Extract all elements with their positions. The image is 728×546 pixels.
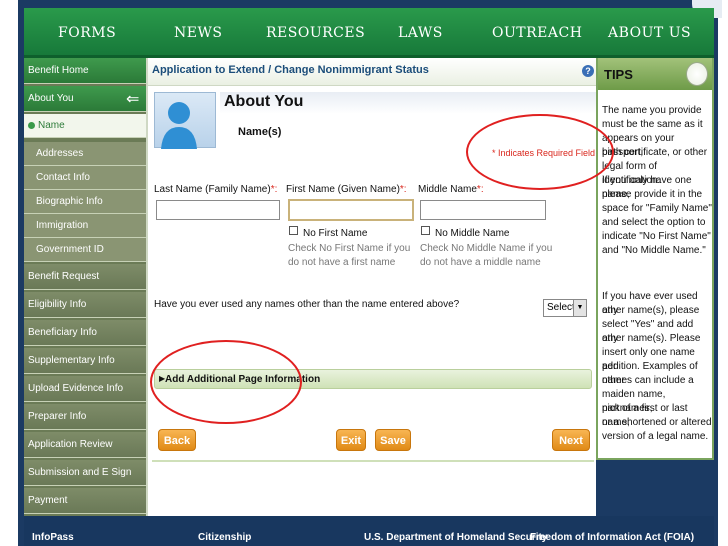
sidebar-item-submission-and-e-sign[interactable]: Submission and E Sign (24, 460, 146, 486)
sidebar-item-payment[interactable]: Payment (24, 488, 146, 514)
avatar (154, 92, 216, 149)
no-middle-name-hint-1: Check No Middle Name if you (420, 243, 553, 254)
no-first-name-hint-2: do not have a first name (288, 257, 396, 268)
sidebar-item-addresses[interactable]: Addresses (24, 142, 146, 166)
lightbulb-icon (686, 62, 708, 86)
last-name-field[interactable] (156, 200, 280, 220)
sidebar-item-contact-info[interactable]: Contact Info (24, 166, 146, 190)
back-button[interactable]: Back (158, 429, 196, 451)
nav-resources[interactable]: RESOURCES (266, 25, 365, 41)
sidebar-item-biographic-info[interactable]: Biographic Info (24, 190, 146, 214)
tip-line: version of a legal name. (602, 431, 709, 442)
page: { "topnav": { "items": [ {"label": "FORM… (0, 0, 728, 546)
footer-link-infopass[interactable]: InfoPass (32, 532, 74, 543)
tip-line: or a shortened or altered (602, 417, 712, 428)
tip-line: indicate "No First Name" (602, 231, 711, 242)
tip-line: The name you provide (602, 105, 702, 116)
content-divider (152, 460, 594, 462)
tip-line: other name(s), please (602, 305, 700, 316)
nav-about-us[interactable]: ABOUT US (608, 25, 691, 41)
last-name-label-text: Last Name (Family Name) (154, 184, 271, 195)
tip-line: please provide it in the (602, 189, 703, 200)
sidebar-item-benefit-request[interactable]: Benefit Request (24, 264, 146, 290)
nav-forms[interactable]: FORMS (58, 25, 116, 41)
next-button[interactable]: Next (552, 429, 590, 451)
tips-panel: TIPS The name you provide must be the sam… (596, 58, 714, 460)
page-title: About You (224, 93, 304, 110)
required-mark: *: (270, 184, 278, 195)
nav-laws[interactable]: LAWS (398, 25, 443, 41)
sidebar-item-benefit-home[interactable]: Benefit Home (24, 58, 146, 84)
footer-link-citizenship[interactable]: Citizenship (198, 532, 251, 543)
top-navigation: FORMS NEWS RESOURCES LAWS OUTREACH ABOUT… (24, 8, 714, 58)
no-first-name-checkbox[interactable] (289, 226, 298, 235)
sidebar-item-upload-evidence-info[interactable]: Upload Evidence Info (24, 376, 146, 402)
other-names-select[interactable]: Select ▼ (543, 299, 587, 317)
tips-title: TIPS (604, 67, 633, 82)
exit-button[interactable]: Exit (336, 429, 366, 451)
sidebar-item-eligibility-info[interactable]: Eligibility Info (24, 292, 146, 318)
no-first-name-label: No First Name (303, 228, 368, 239)
footer: InfoPass Citizenship U.S. Department of … (24, 516, 714, 546)
tip-line: other name(s). Please (602, 333, 701, 344)
footer-link-foia[interactable]: Freedom of Information Act (FOIA) (530, 532, 694, 543)
required-mark: *: (476, 184, 484, 195)
sidebar-item-preparer-info[interactable]: Preparer Info (24, 404, 146, 430)
required-mark: *: (399, 184, 407, 195)
nav-outreach[interactable]: OUTREACH (492, 25, 582, 41)
tip-line: and select the option to (602, 217, 706, 228)
no-middle-name-hint-2: do not have a middle name (420, 257, 541, 268)
tip-line: names can include a (602, 375, 694, 386)
annotation-circle-additional (150, 340, 302, 424)
subsection-title: Name(s) (238, 126, 282, 138)
sidebar-item-label: Name (38, 120, 65, 131)
sidebar: Benefit Home About You ⇐ Name Addresses … (24, 58, 146, 516)
sidebar-item-immigration[interactable]: Immigration (24, 214, 146, 238)
footer-link-dhs[interactable]: U.S. Department of Homeland Security (364, 532, 547, 543)
save-button[interactable]: Save (375, 429, 411, 451)
other-names-question: Have you ever used any names other than … (154, 299, 460, 310)
sidebar-item-about-you[interactable]: About You ⇐ (24, 86, 146, 112)
first-name-label: First Name (Given Name)*: (286, 184, 407, 195)
middle-name-label: Middle Name*: (418, 184, 484, 195)
tip-line: and "No Middle Name." (602, 245, 706, 256)
person-icon (161, 102, 197, 149)
chevron-down-icon: ▼ (573, 300, 586, 316)
bullet-icon (28, 122, 35, 129)
nav-news[interactable]: NEWS (174, 25, 222, 41)
sidebar-item-label: About You (28, 93, 74, 104)
sidebar-item-government-id[interactable]: Government ID (24, 238, 146, 262)
tips-header: TIPS (598, 58, 712, 90)
help-icon[interactable]: ? (582, 65, 594, 77)
arrow-left-icon: ⇐ (126, 91, 140, 108)
sidebar-item-supplementary-info[interactable]: Supplementary Info (24, 348, 146, 374)
application-title: Application to Extend / Change Nonimmigr… (152, 64, 429, 76)
select-value: Select (547, 302, 575, 313)
section-header: About You (220, 92, 596, 114)
tip-line: birth certificate, or other (602, 147, 708, 158)
annotation-circle-required (466, 114, 614, 190)
no-first-name-hint-1: Check No First Name if you (288, 243, 411, 254)
sidebar-item-name[interactable]: Name (24, 114, 146, 138)
sidebar-item-beneficiary-info[interactable]: Beneficiary Info (24, 320, 146, 346)
middle-name-label-text: Middle Name (418, 184, 477, 195)
last-name-label: Last Name (Family Name)*: (154, 184, 277, 195)
first-name-field[interactable] (288, 199, 414, 221)
no-middle-name-label: No Middle Name (435, 228, 510, 239)
application-header: Application to Extend / Change Nonimmigr… (148, 58, 598, 86)
no-middle-name-checkbox[interactable] (421, 226, 430, 235)
tip-line: must be the same as it (602, 119, 703, 130)
first-name-label-text: First Name (Given Name) (286, 184, 400, 195)
middle-name-field[interactable] (420, 200, 546, 220)
sidebar-item-application-review[interactable]: Application Review (24, 432, 146, 458)
tip-line: space for "Family Name" (602, 203, 712, 214)
